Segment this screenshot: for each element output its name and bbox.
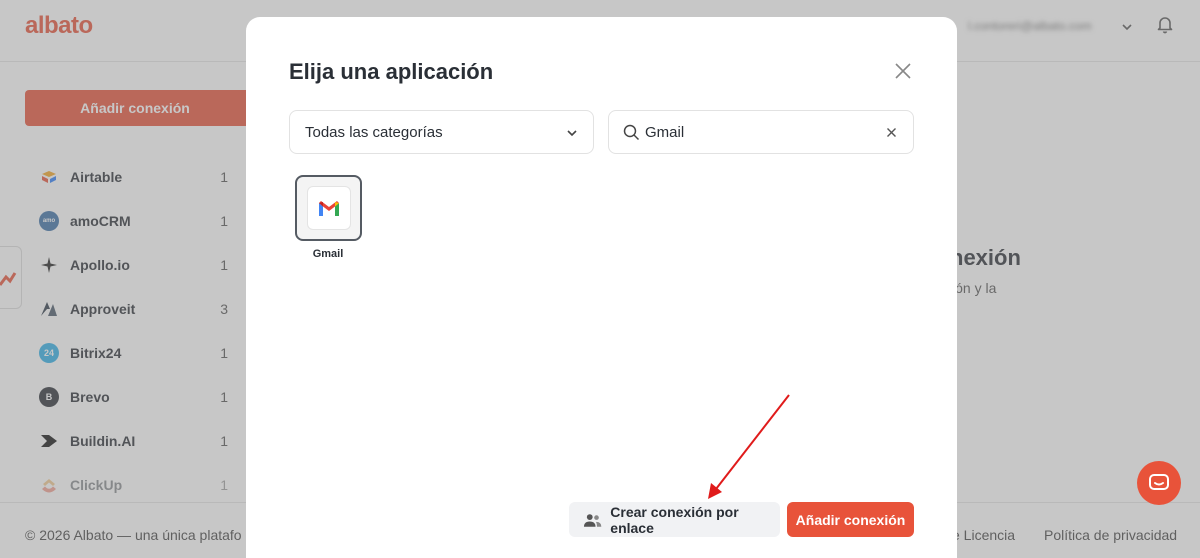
chat-icon xyxy=(1149,474,1169,490)
app-tile-label: Gmail xyxy=(312,248,344,260)
app-tile-gmail[interactable] xyxy=(295,175,362,241)
app-search[interactable] xyxy=(608,110,914,154)
modal-title: Elija una aplicación xyxy=(289,59,494,84)
gmail-icon xyxy=(306,186,351,230)
category-select-value: Todas las categorías xyxy=(305,123,443,141)
close-icon[interactable] xyxy=(893,61,913,81)
search-input[interactable] xyxy=(645,121,865,143)
create-link-connection-label: Crear conexión por enlace xyxy=(610,503,739,536)
users-icon xyxy=(583,513,602,527)
create-link-connection-button[interactable]: Crear conexión por enlace xyxy=(569,502,780,537)
chevron-down-icon xyxy=(567,130,577,137)
category-select[interactable]: Todas las categorías xyxy=(289,110,594,154)
add-connection-button[interactable]: Añadir conexión xyxy=(787,502,914,537)
chat-support-button[interactable] xyxy=(1137,461,1181,505)
choose-app-modal: Elija una aplicación Todas las categoría… xyxy=(246,17,957,558)
search-icon xyxy=(623,124,640,141)
clear-search-icon[interactable] xyxy=(886,127,897,138)
